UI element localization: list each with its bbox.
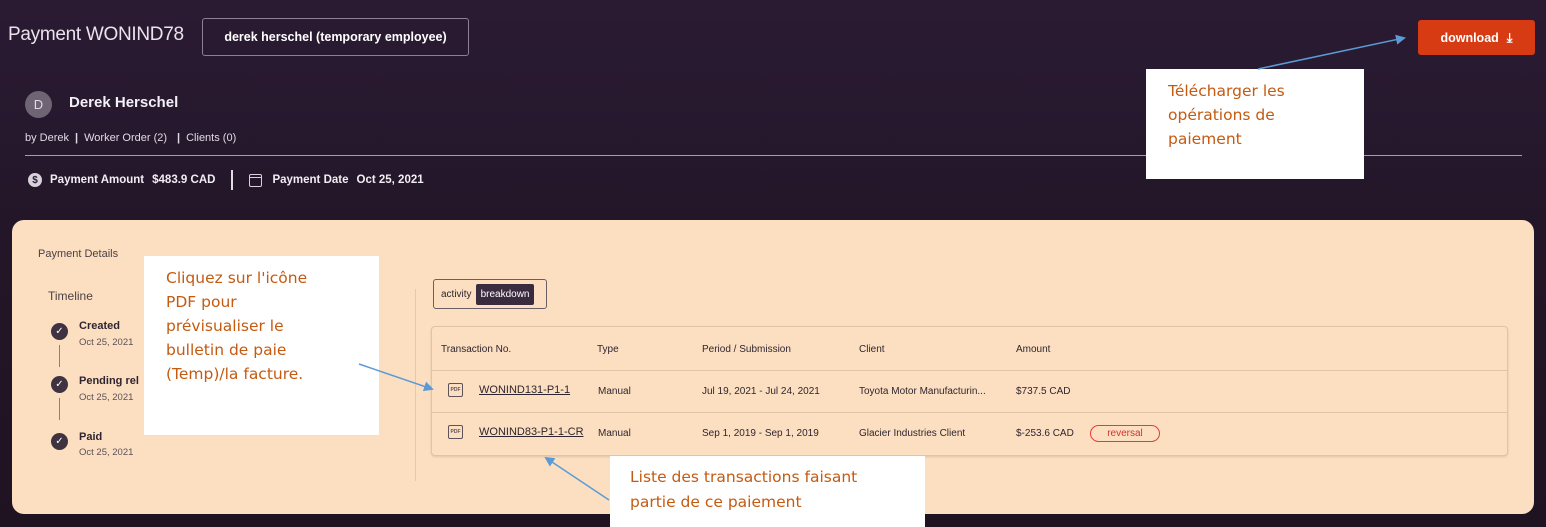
timeline-date: Oct 25, 2021 bbox=[79, 447, 134, 458]
by-label: by Derek bbox=[25, 132, 70, 144]
download-button[interactable]: download ⤓ bbox=[1418, 20, 1535, 55]
timeline-date: Oct 25, 2021 bbox=[79, 392, 134, 403]
column-header: Transaction No. bbox=[441, 344, 512, 355]
payment-date-value: Oct 25, 2021 bbox=[356, 174, 424, 186]
callout-download: Télécharger les opérations de paiement bbox=[1146, 69, 1364, 179]
period-cell: Jul 19, 2021 - Jul 24, 2021 bbox=[702, 386, 820, 397]
callout-line: Télécharger les bbox=[1168, 82, 1285, 100]
check-icon: ✓ bbox=[51, 323, 68, 340]
tab-activity[interactable]: activity bbox=[437, 289, 476, 300]
calendar-icon bbox=[249, 173, 263, 187]
timeline-title: Timeline bbox=[48, 289, 93, 303]
download-arrow-icon: ⤓ bbox=[1506, 30, 1513, 45]
type-cell: Manual bbox=[598, 428, 631, 439]
payment-amount-value: $483.9 CAD bbox=[152, 174, 216, 186]
callout-line: Cliquez sur l'icône bbox=[166, 269, 308, 287]
client-cell: Glacier Industries Client bbox=[859, 428, 966, 439]
callout-line: PDF pour bbox=[166, 293, 237, 311]
payment-date-label: Payment Date bbox=[272, 174, 349, 186]
callout-line: bulletin de paie bbox=[166, 341, 287, 359]
summary-separator bbox=[231, 170, 234, 190]
period-cell: Sep 1, 2019 - Sep 1, 2019 bbox=[702, 428, 819, 439]
type-cell: Manual bbox=[598, 386, 631, 397]
callout-line: paiement bbox=[1168, 130, 1242, 148]
pdf-icon[interactable]: PDF bbox=[448, 383, 463, 397]
timeline-date: Oct 25, 2021 bbox=[79, 337, 134, 348]
column-header: Amount bbox=[1016, 344, 1051, 355]
worker-chip[interactable]: derek herschel (temporary employee) bbox=[202, 18, 469, 56]
callout-line: opérations de bbox=[1168, 106, 1275, 124]
download-label: download bbox=[1440, 30, 1499, 45]
arrow-to-download bbox=[1257, 34, 1406, 70]
column-header: Period / Submission bbox=[702, 344, 791, 355]
callout-line: partie de ce paiement bbox=[630, 493, 802, 511]
panel-title: Payment Details bbox=[38, 248, 119, 260]
client-cell: Toyota Motor Manufacturin... bbox=[859, 386, 986, 397]
page-title: Payment WONIND78 bbox=[8, 24, 184, 45]
callout-line: prévisualiser le bbox=[166, 317, 284, 335]
dollar-icon: $ bbox=[28, 173, 42, 187]
timeline-label: Paid bbox=[79, 431, 103, 443]
amount-cell: $-253.6 CAD bbox=[1016, 428, 1074, 439]
callout-line: Liste des transactions faisant bbox=[630, 468, 858, 486]
panel-divider bbox=[415, 289, 416, 481]
timeline-label: Pending rel bbox=[79, 375, 139, 387]
transaction-link[interactable]: WONIND83-P1-1-CR bbox=[479, 426, 584, 438]
check-icon: ✓ bbox=[51, 376, 68, 393]
timeline-connector bbox=[59, 398, 60, 420]
check-icon: ✓ bbox=[51, 433, 68, 450]
column-header: Client bbox=[859, 344, 885, 355]
reversal-badge: reversal bbox=[1090, 425, 1160, 442]
amount-cell: $737.5 CAD bbox=[1016, 386, 1071, 397]
timeline-connector bbox=[59, 345, 60, 367]
callout-line: (Temp)/la facture. bbox=[166, 365, 304, 383]
clients-link[interactable]: Clients (0) bbox=[186, 132, 236, 144]
worker-order-link[interactable]: Worker Order (2) bbox=[84, 132, 167, 144]
view-toggle: activity breakdown bbox=[433, 279, 547, 309]
tab-breakdown[interactable]: breakdown bbox=[475, 283, 535, 305]
timeline-label: Created bbox=[79, 320, 120, 332]
row-divider bbox=[432, 412, 1507, 413]
row-divider bbox=[432, 370, 1507, 371]
callout-list: Liste des transactions faisant partie de… bbox=[610, 456, 925, 527]
pdf-icon[interactable]: PDF bbox=[448, 425, 463, 439]
callout-pdf: Cliquez sur l'icône PDF pour prévisualis… bbox=[144, 256, 379, 435]
payment-summary: $ Payment Amount $483.9 CAD Payment Date… bbox=[28, 170, 424, 190]
column-header: Type bbox=[597, 344, 619, 355]
avatar: D bbox=[25, 91, 52, 118]
worker-name: Derek Herschel bbox=[69, 94, 179, 111]
transaction-link[interactable]: WONIND131-P1-1 bbox=[479, 384, 570, 396]
worker-meta: by Derek | Worker Order (2) | Clients (0… bbox=[25, 132, 237, 144]
payment-amount-label: Payment Amount bbox=[50, 174, 145, 186]
